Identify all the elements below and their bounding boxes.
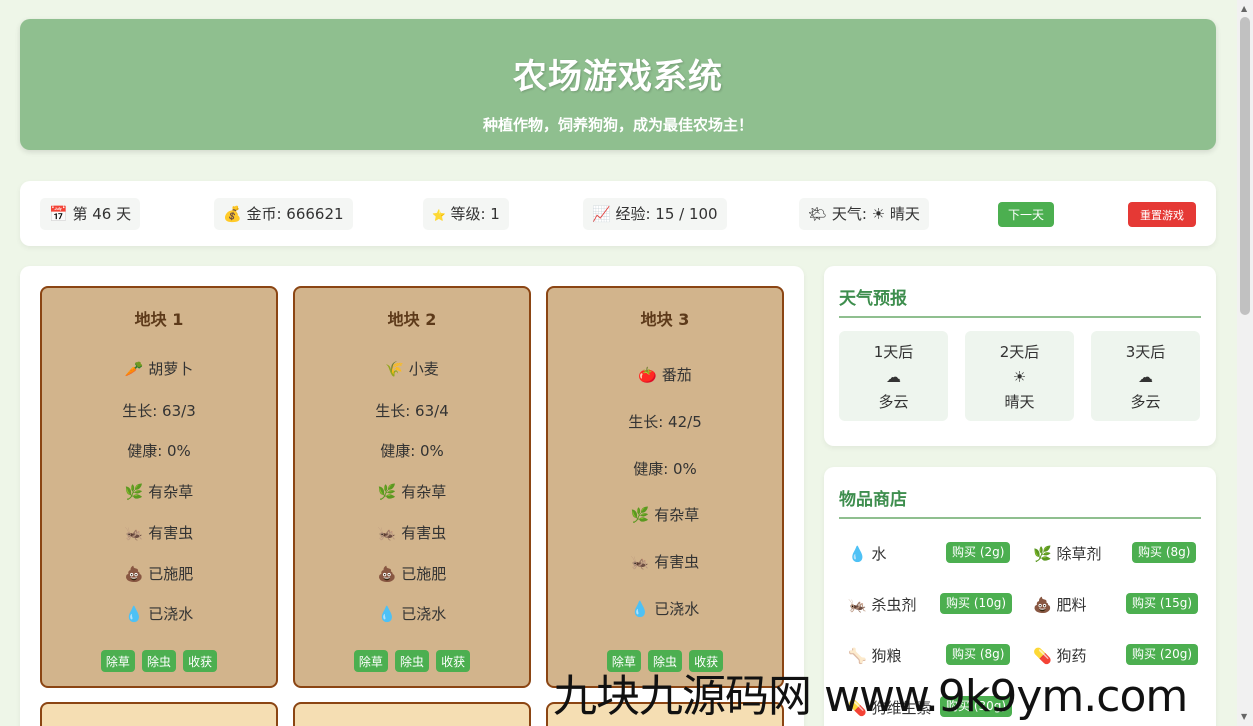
plot-weeds: 🌿 有杂草 — [630, 506, 700, 524]
cloud-icon: ☁ — [1138, 368, 1153, 386]
farm-plots-panel: 地块 1 🥕 胡萝卜 生长: 63/3 健康: 0% 🌿 有杂草 🦗 有害虫 💩… — [20, 266, 804, 726]
plot-crop: 🌾 小麦 — [385, 360, 439, 378]
buy-pesticide-button[interactable]: 购买 (10g) — [940, 593, 1013, 614]
bug-icon: 🦗 — [124, 524, 144, 542]
money-bag-icon: 💰 — [223, 205, 242, 223]
plot-watered: 💧 已浇水 — [124, 605, 194, 623]
weed-icon: 🌿 — [630, 506, 650, 524]
forecast-day: 2天后 ☀ 晴天 — [965, 331, 1074, 421]
water-drop-icon: 💧 — [630, 600, 650, 618]
cloud-icon: ☁ — [886, 368, 901, 386]
weather-value: 天气: ☀ 晴天 — [831, 205, 920, 223]
shop-item-fertilizer: 💩 肥料 — [1033, 596, 1087, 614]
bug-icon: 🦗 — [630, 553, 650, 571]
pest-control-button[interactable]: 除虫 — [141, 650, 176, 672]
page-scrollbar[interactable]: ▲ ▼ — [1237, 0, 1253, 726]
plot-pests: 🦗 有害虫 — [124, 524, 194, 542]
plot-card — [40, 702, 278, 726]
plot-fertilized: 💩 已施肥 — [377, 565, 447, 583]
exp-stat: 📈 经验: 15 / 100 — [583, 198, 727, 230]
app-header: 农场游戏系统 种植作物，饲养狗狗，成为最佳农场主！ — [20, 19, 1216, 150]
plot-growth: 生长: 42/5 — [628, 413, 702, 431]
harvest-button[interactable]: 收获 — [183, 650, 218, 672]
harvest-button[interactable]: 收获 — [436, 650, 471, 672]
buy-herbicide-button[interactable]: 购买 (8g) — [1132, 542, 1197, 563]
plot-growth: 生长: 63/4 — [375, 402, 449, 420]
pest-control-button[interactable]: 除虫 — [394, 650, 429, 672]
coins-stat: 💰 金币: 666621 — [214, 198, 353, 230]
shop-item-pesticide: 🦗 杀虫剂 — [848, 596, 917, 614]
plot-card: 地块 3 🍅 番茄 生长: 42/5 健康: 0% 🌿 有杂草 🦗 有害虫 💧 … — [546, 286, 784, 688]
scroll-down-arrow-icon[interactable]: ▼ — [1241, 712, 1247, 721]
weather-forecast-panel: 天气预报 1天后 ☁ 多云 2天后 ☀ 晴天 3天后 ☁ 多云 — [824, 266, 1216, 446]
status-bar: 📅 第 46 天 💰 金币: 666621 ⭐ 等级: 1 📈 经验: 15 /… — [20, 181, 1216, 246]
plot-fertilized: 💩 已施肥 — [124, 565, 194, 583]
level-stat: ⭐ 等级: 1 — [423, 198, 509, 230]
plot-watered: 💧 已浇水 — [630, 600, 700, 618]
bug-icon: 🦗 — [848, 596, 867, 614]
plot-card: 地块 2 🌾 小麦 生长: 63/4 健康: 0% 🌿 有杂草 🦗 有害虫 💩 … — [293, 286, 531, 688]
level-value: 等级: 1 — [450, 205, 500, 223]
plot-card: 地块 1 🥕 胡萝卜 生长: 63/3 健康: 0% 🌿 有杂草 🦗 有害虫 💩… — [40, 286, 278, 688]
day-stat: 📅 第 46 天 — [40, 198, 141, 230]
day-value: 第 46 天 — [72, 205, 132, 223]
weather-icon: 🌤 — [808, 205, 828, 223]
buy-water-button[interactable]: 购买 (2g) — [946, 542, 1011, 563]
weed-icon: 🌿 — [377, 483, 397, 501]
forecast-day: 3天后 ☁ 多云 — [1091, 331, 1200, 421]
page-subtitle: 种植作物，饲养狗狗，成为最佳农场主！ — [482, 116, 753, 134]
weed-icon: 🌿 — [124, 483, 144, 501]
plot-card — [293, 702, 531, 726]
plot-title: 地块 2 — [387, 310, 437, 329]
plot-actions: 除草 除虫 收获 — [295, 650, 529, 672]
plot-health: 健康: 0% — [633, 460, 697, 478]
plot-pests: 🦗 有害虫 — [630, 553, 700, 571]
weather-stat: 🌤 天气: ☀ 晴天 — [799, 198, 929, 230]
fertilizer-icon: 💩 — [1033, 596, 1052, 614]
water-drop-icon: 💧 — [848, 545, 867, 563]
weed-button[interactable]: 除草 — [100, 650, 135, 672]
watermark-text: 九块九源码网 www.9k9ym.com — [553, 671, 1188, 722]
calendar-icon: 📅 — [49, 205, 68, 223]
reset-game-button[interactable]: 重置游戏 — [1128, 202, 1196, 227]
next-day-button[interactable]: 下一天 — [998, 202, 1054, 227]
sun-icon: ☀ — [1012, 368, 1027, 386]
tomato-icon: 🍅 — [638, 366, 657, 384]
weed-button[interactable]: 除草 — [353, 650, 388, 672]
plot-watered: 💧 已浇水 — [377, 605, 447, 623]
plot-crop: 🥕 胡萝卜 — [124, 360, 194, 378]
plot-title: 地块 3 — [640, 310, 690, 329]
shop-title: 物品商店 — [839, 485, 1201, 519]
plot-growth: 生长: 63/3 — [122, 402, 196, 420]
shop-item-herbicide: 🌿 除草剂 — [1033, 545, 1102, 563]
weed-icon: 🌿 — [1033, 545, 1052, 563]
plot-crop: 🍅 番茄 — [638, 366, 692, 384]
coins-value: 金币: 666621 — [246, 205, 344, 223]
wheat-icon: 🌾 — [385, 360, 404, 378]
page-title: 农场游戏系统 — [513, 57, 723, 97]
buy-fertilizer-button[interactable]: 购买 (15g) — [1126, 593, 1199, 614]
scroll-up-arrow-icon[interactable]: ▲ — [1241, 4, 1247, 13]
plot-actions: 除草 除虫 收获 — [42, 650, 276, 672]
shop-item-water: 💧 水 — [848, 545, 887, 563]
forecast-day: 1天后 ☁ 多云 — [839, 331, 948, 421]
water-drop-icon: 💧 — [377, 605, 397, 623]
exp-value: 经验: 15 / 100 — [615, 205, 718, 223]
carrot-icon: 🥕 — [124, 360, 144, 378]
star-icon: ⭐ — [432, 209, 446, 222]
forecast-title: 天气预报 — [839, 284, 1201, 318]
plot-title: 地块 1 — [134, 310, 184, 329]
plot-health: 健康: 0% — [380, 442, 444, 460]
plot-pests: 🦗 有害虫 — [377, 524, 447, 542]
plot-weeds: 🌿 有杂草 — [124, 483, 194, 501]
scrollbar-thumb[interactable] — [1240, 17, 1250, 315]
fertilizer-icon: 💩 — [377, 565, 397, 583]
plot-weeds: 🌿 有杂草 — [377, 483, 447, 501]
chart-icon: 📈 — [592, 205, 611, 223]
plot-health: 健康: 0% — [127, 442, 191, 460]
bug-icon: 🦗 — [377, 524, 397, 542]
water-drop-icon: 💧 — [124, 605, 144, 623]
fertilizer-icon: 💩 — [124, 565, 144, 583]
